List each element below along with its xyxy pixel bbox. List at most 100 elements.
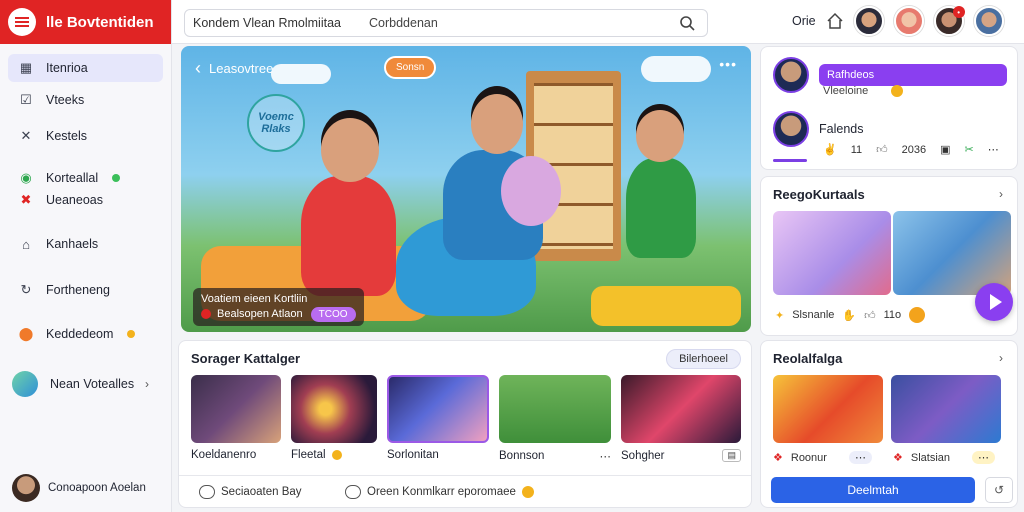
sidebar-item-1[interactable]: ☑ Vteeks: [8, 86, 163, 114]
record-icon: ⬤: [18, 326, 34, 341]
menu-icon[interactable]: [8, 8, 36, 36]
video-card[interactable]: Bonnson ⋯: [499, 375, 611, 463]
cloud-decoration: [641, 56, 711, 82]
reel-thumbnail[interactable]: [891, 375, 1001, 443]
gift-icon: ❖: [893, 452, 903, 464]
comment-item-2[interactable]: Oreen Konmlkarr eporomaee: [345, 485, 534, 499]
more-options-icon[interactable]: ⋯: [600, 449, 612, 463]
user-label[interactable]: Orie: [792, 14, 816, 28]
reel-thumbnail[interactable]: [773, 375, 883, 443]
app-title: lle Bovtentiden: [46, 13, 154, 31]
video-thumbnail[interactable]: [191, 375, 281, 443]
mother-figure: [301, 176, 396, 296]
sidebar-item-6[interactable]: ↻ Fortheneng: [8, 276, 163, 304]
back-button[interactable]: ‹ Leasovtree: [195, 58, 273, 79]
sidebar-item-0[interactable]: ▦ Itenrioa: [8, 54, 163, 82]
sticker-icon: ✦: [775, 309, 785, 322]
gift-icon: ❖: [773, 452, 783, 464]
comment-text: Seciaoaten Bay: [221, 486, 302, 498]
video-card[interactable]: Sorlonitan: [387, 375, 489, 461]
search-scope: Corbddenan: [369, 16, 438, 30]
primary-action-button[interactable]: Deelmtah: [771, 477, 975, 503]
reel-item-label: Roonur: [790, 451, 827, 464]
video-title: Fleetal: [291, 449, 326, 461]
chevron-left-icon: ‹: [195, 58, 201, 78]
stat-1: 11: [850, 143, 863, 156]
video-thumbnail[interactable]: [499, 375, 611, 443]
video-label-row: Fleetal: [291, 449, 377, 461]
reels-stat-value: 11o: [883, 309, 902, 321]
coin-icon: [331, 450, 342, 460]
sidebar-item-label: Korteallal: [46, 171, 99, 185]
chevron-right-icon[interactable]: ›: [999, 187, 1003, 201]
sidebar-item-5[interactable]: ⌂ Kanhaels: [8, 230, 163, 258]
chevron-right-icon[interactable]: ›: [999, 351, 1003, 365]
comment-item-1[interactable]: Seciaoaten Bay: [199, 485, 302, 499]
reels-title: Reolalfalga: [773, 351, 843, 366]
friend-avatar-3[interactable]: •: [933, 6, 965, 36]
share-icon[interactable]: ✂: [965, 143, 974, 156]
caption-tag[interactable]: TCOO: [310, 306, 356, 323]
video-card[interactable]: Fleetal: [291, 375, 377, 461]
reels-card-2: Reolalfalga › ❖ Roonur ⋯ ❖ Slatsian ⋯ De…: [760, 340, 1018, 508]
comment-icon: [345, 485, 361, 499]
sidebar-item-label: Nean Votealles: [50, 377, 135, 391]
home-icon: ⌂: [22, 236, 30, 252]
sidebar-item-7[interactable]: ⬤ Keddedeom: [8, 320, 163, 348]
search-icon[interactable]: [679, 15, 695, 31]
hero-top-pill[interactable]: Sonsn: [384, 56, 437, 79]
reels-card-1: ReegoKurtaals › ✦ Slsnanle ✋ 👍︎ 11o: [760, 176, 1018, 336]
home-icon[interactable]: [826, 12, 844, 30]
video-card[interactable]: Koeldanenro: [191, 375, 281, 461]
sidebar-item-4[interactable]: ✖ Ueaneoas: [8, 186, 163, 214]
refresh-icon[interactable]: ↺: [985, 477, 1013, 503]
brand-bar[interactable]: lle Bovtentiden: [0, 0, 171, 44]
calendar-icon: ▦: [19, 60, 33, 75]
user-profile[interactable]: Conoapoon Aoelan: [12, 474, 146, 502]
reels-stats: ✦ Slsnanle ✋ 👍︎ 11o: [775, 307, 926, 323]
hand-icon[interactable]: ✋: [842, 309, 856, 322]
like-icon[interactable]: ✌: [823, 143, 837, 156]
friend-avatar-2[interactable]: [893, 6, 924, 36]
video-thumbnail[interactable]: [291, 375, 377, 443]
menu-dots-icon[interactable]: ⋯: [988, 143, 999, 156]
reel-thumbnail[interactable]: [773, 211, 891, 295]
hero-caption: Voatiem eieen Kortliin Bealsopen Atlaon T…: [193, 288, 364, 327]
video-thumbnail[interactable]: [621, 375, 741, 443]
video-label-row: Sohgher ▤: [621, 449, 741, 462]
coin-icon: [891, 85, 904, 98]
filter-chip[interactable]: Bilerhoeel: [666, 349, 741, 369]
caption-icon[interactable]: ▤: [722, 449, 741, 462]
friends-card: Rafhdeos Vleeloine Falends ✌ 11 👍︎ 2036 …: [760, 46, 1018, 170]
comment-text: Oreen Konmlkarr eporomaee: [367, 486, 516, 498]
reel-item-1[interactable]: ❖ Roonur ⋯: [773, 451, 872, 464]
coin-icon: [909, 307, 926, 323]
more-options-icon[interactable]: ⋯: [972, 451, 996, 464]
play-button[interactable]: [975, 283, 1013, 321]
refresh-icon: ↻: [20, 282, 32, 297]
sidebar-item-2[interactable]: ✕ Kestels: [8, 122, 163, 150]
video-card[interactable]: Sohgher ▤: [621, 375, 741, 462]
save-icon[interactable]: ▣: [940, 143, 950, 156]
friend-avatar-1[interactable]: [853, 6, 884, 36]
thumbs-icon[interactable]: 👍︎: [864, 309, 876, 322]
reel-item-2[interactable]: ❖ Slatsian ⋯: [893, 451, 996, 464]
comment-icon: [199, 485, 215, 499]
reels-stat-label: Slsnanle: [792, 309, 835, 321]
more-options-icon[interactable]: ⋯: [848, 451, 872, 464]
top-header: Kondem Vlean Rmolmiitaa Corbddenan Orie …: [172, 0, 1024, 44]
more-options-icon[interactable]: •••: [719, 56, 737, 72]
sidebar-item-8[interactable]: Nean Votealles ›: [8, 370, 163, 398]
sidebar-item-label: Vteeks: [46, 93, 85, 107]
search-input[interactable]: Kondem Vlean Rmolmiitaa Corbddenan: [184, 9, 708, 37]
friend-action-bar[interactable]: Rafhdeos: [819, 64, 1007, 86]
caption-line-2: Bealsopen Atlaon: [217, 307, 303, 320]
avatar: [12, 474, 40, 502]
thumbs-icon[interactable]: 👍︎: [876, 143, 888, 156]
hero-video[interactable]: ‹ Leasovtree ••• Sonsn Voemc Rlaks Voati…: [181, 46, 751, 332]
friend-avatar-4[interactable]: [973, 6, 1004, 36]
video-thumbnail[interactable]: [387, 375, 489, 443]
reels-title: ReegoKurtaals: [773, 187, 865, 202]
sidebar-nav: ▦ Itenrioa ☑ Vteeks ✕ Kestels ◉ Korteall…: [0, 44, 171, 398]
friends-title-row[interactable]: Falends: [773, 111, 863, 147]
